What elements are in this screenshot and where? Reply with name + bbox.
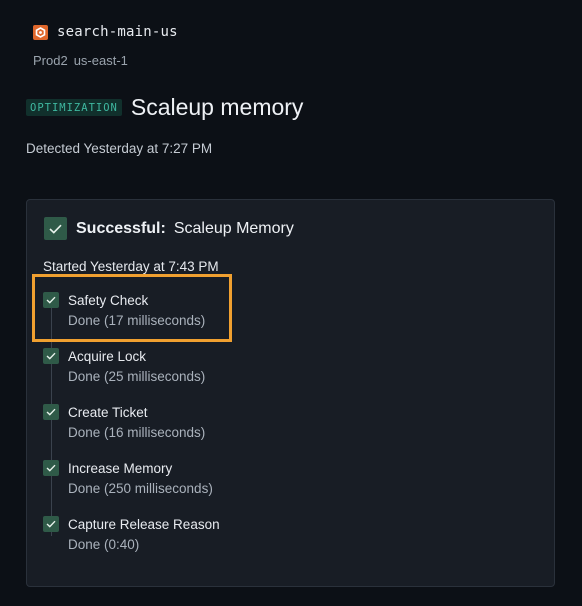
check-icon [43, 404, 59, 420]
status-label: Successful: [76, 219, 166, 237]
service-name[interactable]: search-main-us [57, 24, 178, 40]
status-value: Scaleup Memory [173, 219, 294, 237]
service-header: search-main-us [33, 24, 178, 40]
step-name: Safety Check [68, 293, 149, 308]
step-status: Done (16 milliseconds) [68, 425, 206, 440]
execution-card: Successful: Scaleup Memory Started Yeste… [26, 199, 555, 587]
service-hexagon-icon [33, 24, 48, 40]
environment-name: Prod2 [33, 53, 68, 68]
check-icon [43, 348, 59, 364]
step-item: Capture Release Reason Done (0:40) [43, 516, 523, 572]
step-name: Acquire Lock [68, 349, 147, 364]
step-status: Done (17 milliseconds) [68, 313, 206, 328]
check-icon [43, 460, 59, 476]
step-status: Done (25 milliseconds) [68, 369, 206, 384]
region-name: us-east-1 [73, 53, 128, 68]
step-name: Capture Release Reason [68, 517, 220, 532]
step-list: Safety Check Done (17 milliseconds) Acqu… [43, 292, 523, 572]
detected-timestamp: Detected Yesterday at 7:27 PM [26, 141, 213, 156]
step-name: Increase Memory [68, 461, 173, 476]
execution-status: Successful: Scaleup Memory [44, 217, 294, 240]
step-status: Done (0:40) [68, 537, 140, 552]
step-item: Acquire Lock Done (25 milliseconds) [43, 348, 523, 404]
page-title-row: OPTIMIZATION Scaleup memory [26, 94, 303, 121]
step-item: Increase Memory Done (250 milliseconds) [43, 460, 523, 516]
check-icon [43, 292, 59, 308]
step-status: Done (250 milliseconds) [68, 481, 213, 496]
started-timestamp: Started Yesterday at 7:43 PM [43, 259, 219, 274]
optimization-badge: OPTIMIZATION [26, 99, 122, 116]
success-check-icon [44, 217, 67, 240]
step-item: Safety Check Done (17 milliseconds) [43, 292, 523, 348]
environment-info: Prod2 us-east-1 [33, 53, 128, 68]
step-name: Create Ticket [68, 405, 148, 420]
page-title: Scaleup memory [130, 94, 304, 120]
check-icon [43, 516, 59, 532]
step-item: Create Ticket Done (16 milliseconds) [43, 404, 523, 460]
